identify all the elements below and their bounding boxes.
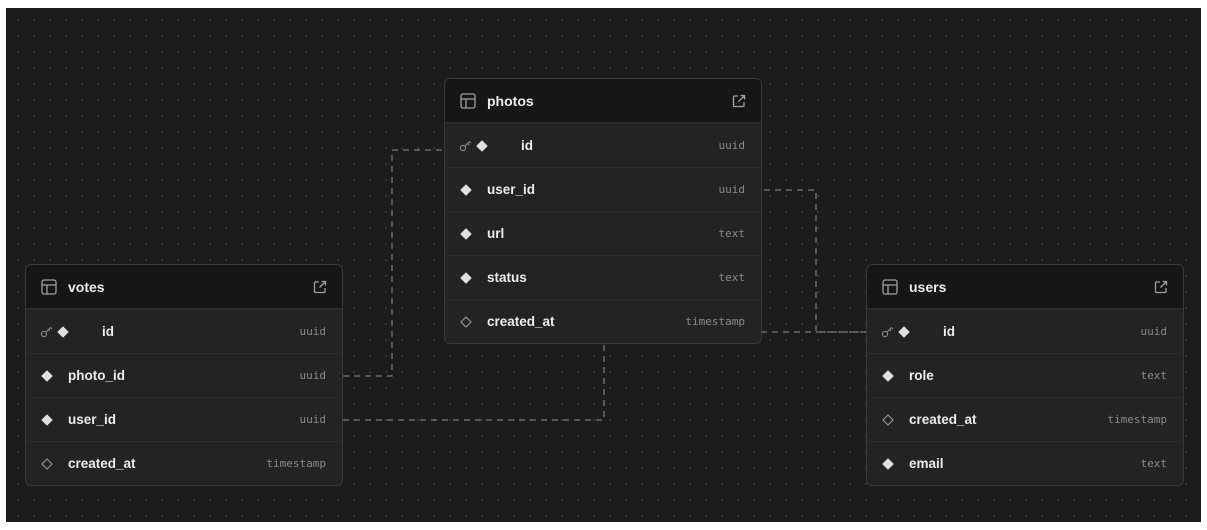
table-header: users [867,265,1183,309]
column-name: user_id [68,412,117,427]
column-row-status[interactable]: status text [445,255,761,299]
edge-votes-user_id-users-id [343,331,866,421]
filled-diamond-icon [459,183,473,196]
table-header: votes [26,265,342,309]
external-link-icon[interactable] [1153,279,1169,295]
table-node-users[interactable]: users id uuid role text created_at timestamp em… [866,264,1184,486]
filled-diamond-icon [459,271,473,284]
column-row-id[interactable]: id uuid [26,309,342,353]
column-row-created_at[interactable]: created_at timestamp [445,299,761,343]
key-icon [881,326,897,338]
filled-diamond-icon [881,457,895,470]
filled-diamond-icon [459,227,473,240]
table-header: photos [445,79,761,123]
filled-diamond-icon [56,325,70,338]
table-icon [459,92,477,110]
table-node-photos[interactable]: photos id uuid user_id uuid url text status text… [444,78,762,344]
column-name: id [102,324,114,339]
column-name: created_at [487,314,555,329]
hollow-diamond-icon [881,413,895,426]
column-name: status [487,270,527,285]
column-name: user_id [487,182,536,197]
hollow-diamond-icon [40,457,54,470]
external-link-icon[interactable] [731,93,747,109]
column-type: uuid [718,139,746,152]
column-row-user_id[interactable]: user_id uuid [26,397,342,441]
column-row-user_id[interactable]: user_id uuid [445,167,761,211]
column-row-role[interactable]: role text [867,353,1183,397]
table-name: photos [487,92,534,109]
table-name: votes [68,278,105,295]
external-link-icon[interactable] [312,279,328,295]
edge-votes-photo_id-photos-id [343,149,444,377]
column-type: timestamp [1107,413,1167,426]
edge-photos-user_id-users-id [764,189,866,333]
filled-diamond-icon [881,369,895,382]
key-icon [459,140,475,152]
column-type: timestamp [685,315,745,328]
table-node-votes[interactable]: votes id uuid photo_id uuid user_id uuid create… [25,264,343,486]
table-icon [40,278,58,296]
column-type: uuid [1140,325,1168,338]
column-type: timestamp [266,457,326,470]
column-row-created_at[interactable]: created_at timestamp [26,441,342,485]
column-row-email[interactable]: email text [867,441,1183,485]
column-name: url [487,226,505,241]
filled-diamond-icon [40,369,54,382]
table-name: users [909,278,947,295]
column-type: text [1140,369,1168,382]
column-name: email [909,456,944,471]
column-name: id [521,138,533,153]
key-icon [40,326,56,338]
column-row-photo_id[interactable]: photo_id uuid [26,353,342,397]
filled-diamond-icon [897,325,911,338]
schema-canvas[interactable]: photos id uuid user_id uuid url text status text… [6,8,1201,522]
column-row-id[interactable]: id uuid [867,309,1183,353]
filled-diamond-icon [40,413,54,426]
column-type: uuid [718,183,746,196]
column-name: created_at [909,412,977,427]
column-type: uuid [299,369,327,382]
column-type: text [1140,457,1168,470]
column-type: uuid [299,325,327,338]
table-icon [881,278,899,296]
column-type: text [718,227,746,240]
column-type: text [718,271,746,284]
column-type: uuid [299,413,327,426]
column-row-url[interactable]: url text [445,211,761,255]
filled-diamond-icon [475,139,489,152]
column-name: role [909,368,934,383]
column-row-created_at[interactable]: created_at timestamp [867,397,1183,441]
column-name: id [943,324,955,339]
column-name: photo_id [68,368,125,383]
column-row-id[interactable]: id uuid [445,123,761,167]
column-name: created_at [68,456,136,471]
hollow-diamond-icon [459,315,473,328]
